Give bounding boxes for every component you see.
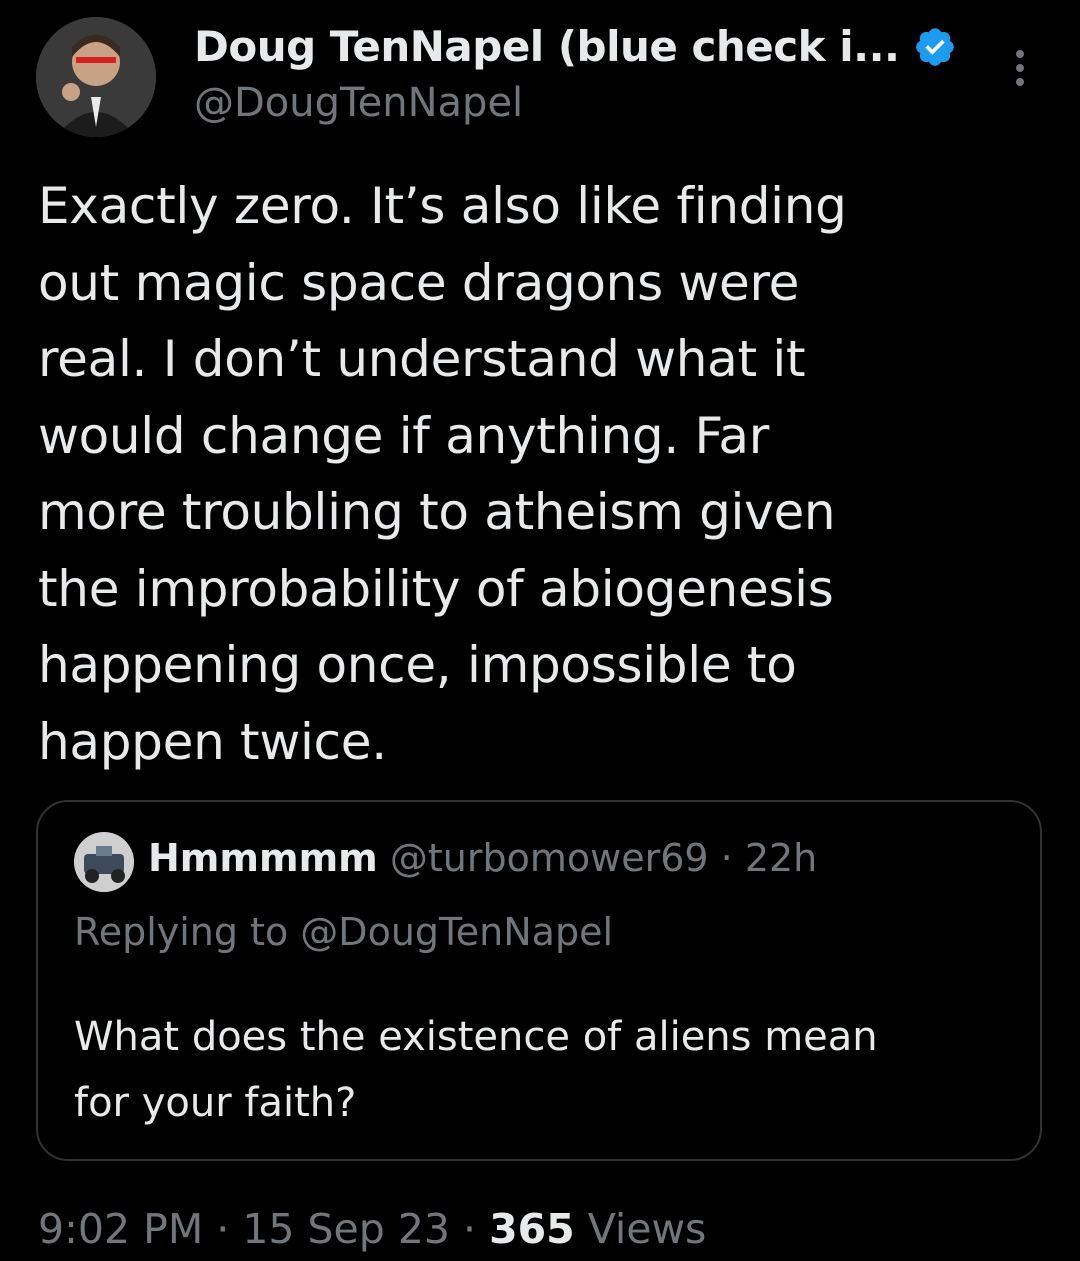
- tweet-time[interactable]: 9:02 PM: [38, 1205, 203, 1253]
- meta-separator: ·: [203, 1205, 243, 1253]
- meta-separator: ·: [450, 1205, 490, 1253]
- quoted-timestamp[interactable]: 22h: [745, 836, 817, 880]
- quoted-separator: ·: [708, 836, 745, 880]
- quoted-author-name[interactable]: Hmmmmm: [148, 836, 378, 880]
- tweet-date[interactable]: 15 Sep 23: [242, 1205, 450, 1253]
- quoted-tweet-card[interactable]: Hmmmmm @turbomower69 · 22h Replying to @…: [36, 800, 1042, 1161]
- verified-badge-icon: [913, 25, 957, 69]
- quoted-tweet-text: What does the existence of aliens mean f…: [74, 1014, 878, 1126]
- author-avatar[interactable]: [36, 17, 156, 137]
- quoted-replying-to: Replying to @DougTenNapel: [74, 910, 614, 954]
- views-count: 365: [489, 1205, 575, 1253]
- quoted-author-handle[interactable]: @turbomower69: [390, 836, 709, 880]
- quoted-tweet-header: Hmmmmm @turbomower69 · 22h: [148, 836, 817, 880]
- author-name-row[interactable]: Doug TenNapel (blue check i...: [194, 22, 957, 71]
- more-options-icon[interactable]: [1005, 46, 1035, 90]
- author-display-name[interactable]: Doug TenNapel (blue check i...: [194, 22, 900, 71]
- tweet-text: Exactly zero. It’s also like finding out…: [38, 177, 847, 771]
- quoted-author-avatar[interactable]: [74, 832, 134, 892]
- tweet-meta: 9:02 PM · 15 Sep 23 · 365 Views: [38, 1205, 706, 1253]
- author-handle[interactable]: @DougTenNapel: [194, 80, 523, 126]
- views-label: Views: [574, 1205, 707, 1253]
